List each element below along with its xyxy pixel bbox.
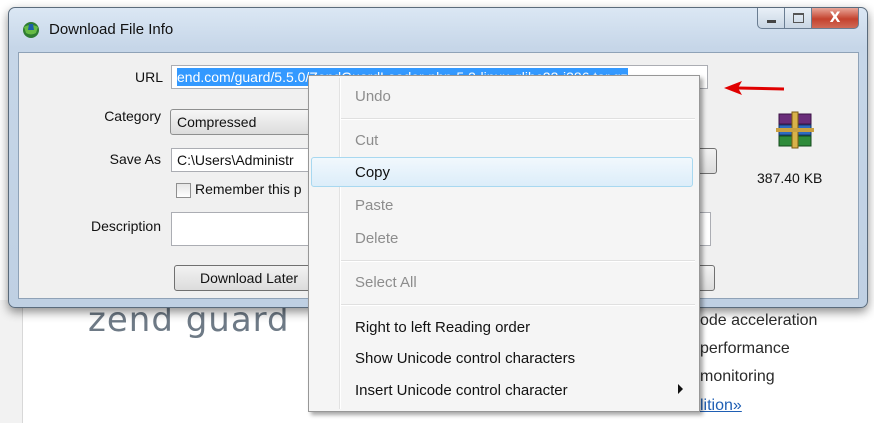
menu-item-show-unicode[interactable]: Show Unicode control characters bbox=[355, 350, 575, 367]
save-as-label: Save As bbox=[109, 151, 161, 167]
app-globe-icon bbox=[23, 22, 39, 38]
download-later-button[interactable]: Download Later bbox=[174, 265, 324, 291]
submenu-arrow-icon bbox=[678, 384, 683, 394]
category-dropdown[interactable]: Compressed bbox=[170, 109, 330, 135]
description-label: Description bbox=[90, 218, 161, 234]
menu-separator bbox=[341, 304, 695, 306]
context-menu: Undo Cut Copy Paste Delete Select All Ri… bbox=[308, 75, 700, 412]
maximize-button[interactable] bbox=[785, 8, 812, 29]
menu-item-select-all[interactable]: Select All bbox=[355, 274, 417, 291]
background-line-1: code acceleration bbox=[692, 312, 818, 329]
background-link[interactable]: lition» bbox=[700, 397, 742, 415]
window-title: Download File Info bbox=[49, 21, 174, 38]
window-controls: X bbox=[757, 8, 859, 30]
background-sidebar bbox=[0, 300, 23, 423]
winrar-archive-icon bbox=[776, 111, 814, 149]
menu-gutter bbox=[339, 78, 341, 409]
title-bar[interactable]: Download File Info X bbox=[9, 8, 867, 52]
menu-item-paste[interactable]: Paste bbox=[355, 197, 393, 214]
maximize-icon bbox=[792, 13, 804, 23]
category-label: Category bbox=[104, 108, 161, 124]
save-as-field[interactable]: C:\Users\Administr bbox=[171, 148, 331, 172]
menu-item-delete[interactable]: Delete bbox=[355, 230, 398, 247]
url-label: URL bbox=[134, 69, 163, 85]
minimize-button[interactable] bbox=[757, 8, 785, 29]
menu-item-right-to-left[interactable]: Right to left Reading order bbox=[355, 319, 530, 336]
red-arrow-icon bbox=[724, 81, 785, 95]
minimize-icon bbox=[766, 19, 776, 23]
menu-item-undo[interactable]: Undo bbox=[355, 88, 391, 105]
menu-separator bbox=[341, 118, 695, 120]
background-line-2: performance bbox=[700, 340, 790, 357]
remember-checkbox[interactable] bbox=[176, 183, 191, 198]
file-size: 387.40 KB bbox=[757, 170, 823, 186]
remember-label: Remember this p bbox=[195, 181, 302, 197]
close-button[interactable]: X bbox=[812, 8, 859, 29]
menu-item-copy[interactable]: Copy bbox=[355, 164, 390, 181]
menu-item-insert-unicode[interactable]: Insert Unicode control character bbox=[355, 382, 568, 399]
background-line-3: monitoring bbox=[700, 368, 775, 385]
menu-item-cut[interactable]: Cut bbox=[355, 132, 378, 149]
menu-separator bbox=[341, 260, 695, 262]
close-icon: X bbox=[829, 10, 841, 26]
